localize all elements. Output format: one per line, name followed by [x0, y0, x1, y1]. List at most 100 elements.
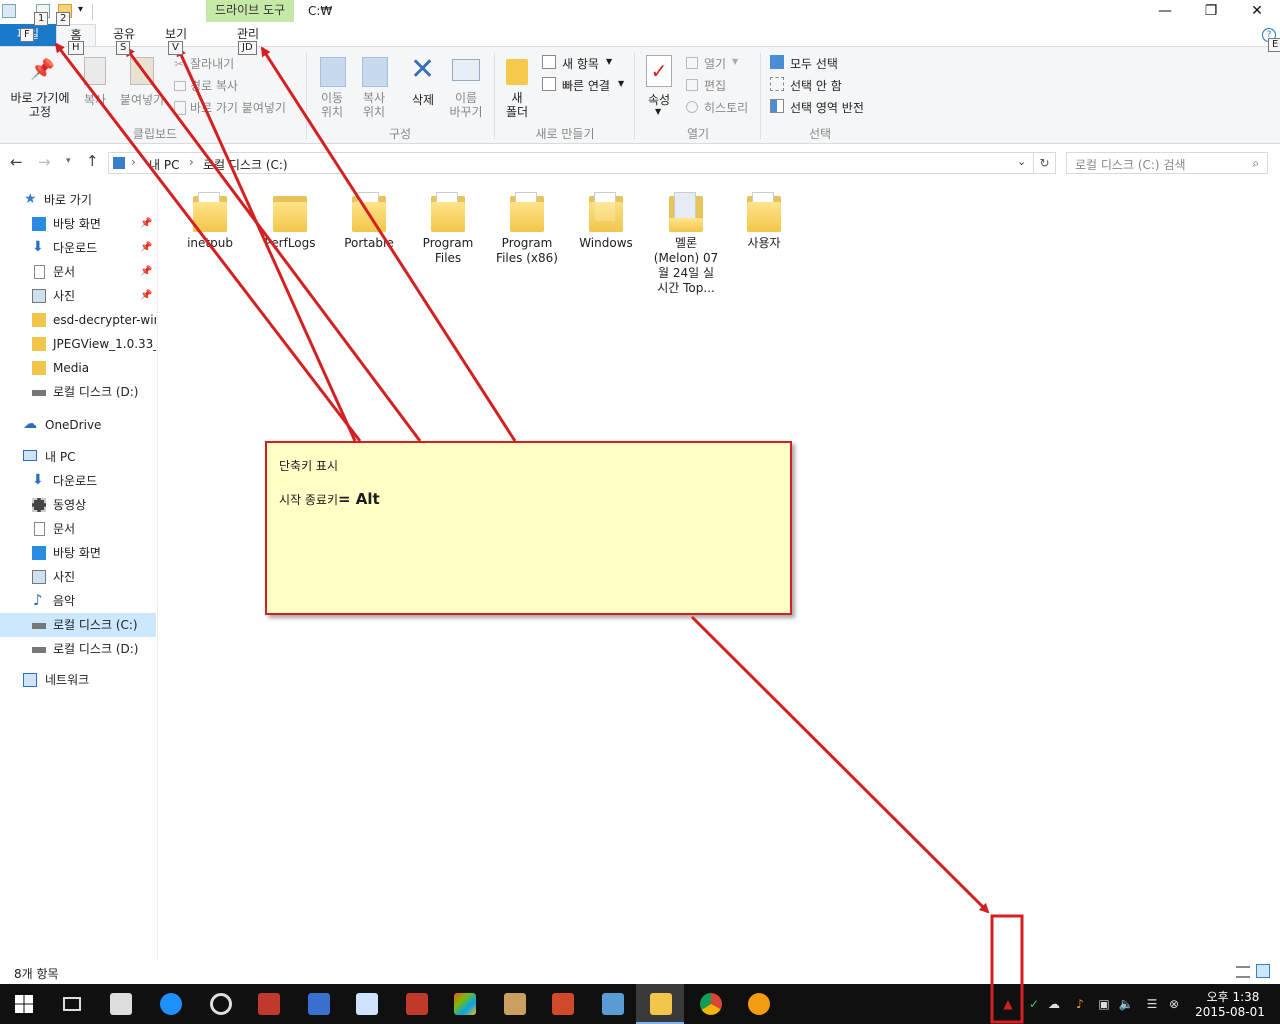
tray-app-icon[interactable]: ✓ — [1026, 996, 1042, 1012]
tray-music-icon[interactable]: ♪ — [1072, 996, 1088, 1012]
new-folder-label: 새 폴더 — [505, 91, 529, 119]
scissors-icon: ✂ — [174, 57, 185, 71]
taskbar-edge[interactable] — [146, 984, 194, 1024]
taskbar-groove[interactable] — [196, 984, 244, 1024]
details-view-icon[interactable] — [1236, 966, 1250, 978]
nav-quick-access[interactable]: ★ 바로 가기 — [0, 188, 156, 212]
nav-quick-esd[interactable]: esd-decrypter-wiml — [0, 308, 156, 332]
taskbar-chrome[interactable] — [686, 984, 734, 1024]
qat-divider — [92, 4, 93, 20]
nav-pc-local-disk-d[interactable]: 로컬 디스크 (D:) — [0, 637, 156, 661]
folder-name: Program Files (x86) — [496, 236, 558, 265]
address-bar[interactable]: › 내 PC › 로컬 디스크 (C:) ⌄ — [108, 152, 1034, 174]
nav-quick-jpegview[interactable]: JPEGView_1.0.33_K — [0, 332, 156, 356]
folder-item[interactable]: inetpub — [172, 190, 248, 251]
tray-alert-icon[interactable]: ▲ — [1000, 996, 1016, 1012]
nav-pc-videos[interactable]: 동영상 — [0, 493, 156, 517]
qat-dropdown-icon[interactable]: ▾ — [78, 4, 83, 15]
taskbar-cleaner[interactable] — [490, 984, 538, 1024]
taskbar-youtube[interactable] — [244, 984, 292, 1024]
nav-pc-local-disk-c[interactable]: 로컬 디스크 (C:) — [0, 613, 156, 637]
taskbar-orange-app[interactable] — [734, 984, 782, 1024]
invert-selection-icon — [770, 99, 784, 113]
nav-label: 다운로드 — [53, 241, 98, 255]
nav-pc-music[interactable]: ♪ 음악 — [0, 589, 156, 613]
nav-label: JPEGView_1.0.33_K — [53, 337, 156, 351]
nav-quick-downloads[interactable]: ⬇ 다운로드 📌 — [0, 236, 156, 260]
nav-quick-media[interactable]: Media — [0, 356, 156, 380]
tray-cloud-icon[interactable]: ☁ — [1046, 996, 1062, 1012]
taskbar-office[interactable] — [538, 984, 586, 1024]
start-button[interactable] — [0, 984, 48, 1024]
clock-date[interactable]: 2015-08-01 — [1190, 1005, 1270, 1019]
nav-label: 로컬 디스크 (D:) — [53, 642, 139, 656]
drive-icon — [32, 390, 46, 396]
pin-icon[interactable]: 📌 — [140, 212, 152, 236]
cut-label: 잘라내기 — [190, 57, 235, 71]
nav-label: 로컬 디스크 (D:) — [53, 385, 139, 399]
back-arrow-icon[interactable]: ← — [10, 153, 23, 171]
search-icon: ⌕ — [1252, 156, 1259, 170]
refresh-button[interactable]: ↻ — [1034, 152, 1056, 174]
tray-network-icon[interactable]: ▣ — [1096, 996, 1112, 1012]
nav-this-pc[interactable]: 내 PC — [0, 445, 156, 469]
tray-notifications-icon[interactable]: ☰ — [1144, 996, 1160, 1012]
keytip-2: 2 — [56, 12, 71, 26]
taskbar-windows-app[interactable] — [440, 984, 488, 1024]
folder-item[interactable]: Windows — [568, 190, 644, 251]
breadcrumb-this-pc[interactable]: 내 PC — [149, 156, 179, 173]
nav-quick-pictures[interactable]: 사진 📌 — [0, 284, 156, 308]
pin-icon[interactable]: 📌 — [140, 236, 152, 260]
tray-close-icon[interactable]: ⊗ — [1166, 996, 1182, 1012]
close-button[interactable]: ✕ — [1234, 0, 1280, 24]
taskbar-file-explorer[interactable] — [636, 984, 684, 1024]
paste-label: 붙여넣기 — [119, 93, 165, 107]
breadcrumb-local-disk-c[interactable]: 로컬 디스크 (C:) — [203, 156, 288, 173]
nav-pc-documents[interactable]: 문서 — [0, 517, 156, 541]
clock-time[interactable]: 오후 1:38 — [1198, 988, 1268, 1005]
folder-item[interactable]: 멜론 (Melon) 07 월 24일 실 시간 Top... — [648, 190, 724, 296]
recent-dropdown-icon[interactable]: ▾ — [66, 156, 71, 166]
large-icons-view-icon[interactable] — [1256, 964, 1270, 978]
nav-label: 동영상 — [53, 498, 87, 512]
copy-path-label: 경로 복사 — [190, 79, 238, 93]
store-icon — [110, 993, 132, 1015]
taskbar-app-blue[interactable] — [294, 984, 342, 1024]
folder-item[interactable]: Portable — [331, 190, 407, 251]
search-input[interactable]: 로컬 디스크 (C:) 검색 ⌕ — [1066, 152, 1268, 174]
tray-volume-icon[interactable]: 🔈 — [1118, 996, 1134, 1012]
explorer-icon[interactable] — [2, 4, 16, 18]
taskbar-store[interactable] — [96, 984, 144, 1024]
breadcrumb-sep-icon: › — [131, 155, 136, 169]
minimize-button[interactable]: — — [1142, 0, 1188, 24]
folder-item[interactable]: 사용자 — [726, 190, 802, 251]
task-view-button[interactable] — [48, 984, 96, 1024]
photos-icon — [602, 993, 624, 1015]
forward-arrow-icon[interactable]: → — [38, 153, 51, 171]
folder-icon — [352, 192, 386, 232]
nav-pc-downloads[interactable]: ⬇ 다운로드 — [0, 469, 156, 493]
pin-icon[interactable]: 📌 — [140, 284, 152, 308]
nav-quick-local-disk-d[interactable]: 로컬 디스크 (D:) — [0, 380, 156, 404]
move-to-icon — [320, 57, 346, 87]
folder-item[interactable]: Program Files (x86) — [489, 190, 565, 266]
taskbar-dice[interactable] — [392, 984, 440, 1024]
folder-item[interactable]: Program Files — [410, 190, 486, 266]
nav-pc-desktop[interactable]: 바탕 화면 — [0, 541, 156, 565]
nav-network[interactable]: 네트워크 — [0, 668, 156, 692]
taskbar-photos[interactable] — [588, 984, 636, 1024]
up-arrow-icon[interactable]: ↑ — [86, 152, 99, 170]
nav-quick-documents[interactable]: 문서 📌 — [0, 260, 156, 284]
nav-quick-desktop[interactable]: 바탕 화면 📌 — [0, 212, 156, 236]
folder-item[interactable]: PerfLogs — [252, 190, 328, 251]
nav-pc-pictures[interactable]: 사진 — [0, 565, 156, 589]
pin-icon[interactable]: 📌 — [140, 260, 152, 284]
nav-label: 내 PC — [45, 450, 76, 464]
nav-label: OneDrive — [45, 418, 102, 432]
nav-onedrive[interactable]: ☁ OneDrive — [0, 413, 156, 437]
youtube-icon — [258, 993, 280, 1015]
app-icon — [308, 993, 330, 1015]
taskbar-notepad[interactable] — [342, 984, 390, 1024]
address-dropdown-icon[interactable]: ⌄ — [1017, 155, 1026, 168]
maximize-button[interactable]: ❐ — [1188, 0, 1234, 24]
